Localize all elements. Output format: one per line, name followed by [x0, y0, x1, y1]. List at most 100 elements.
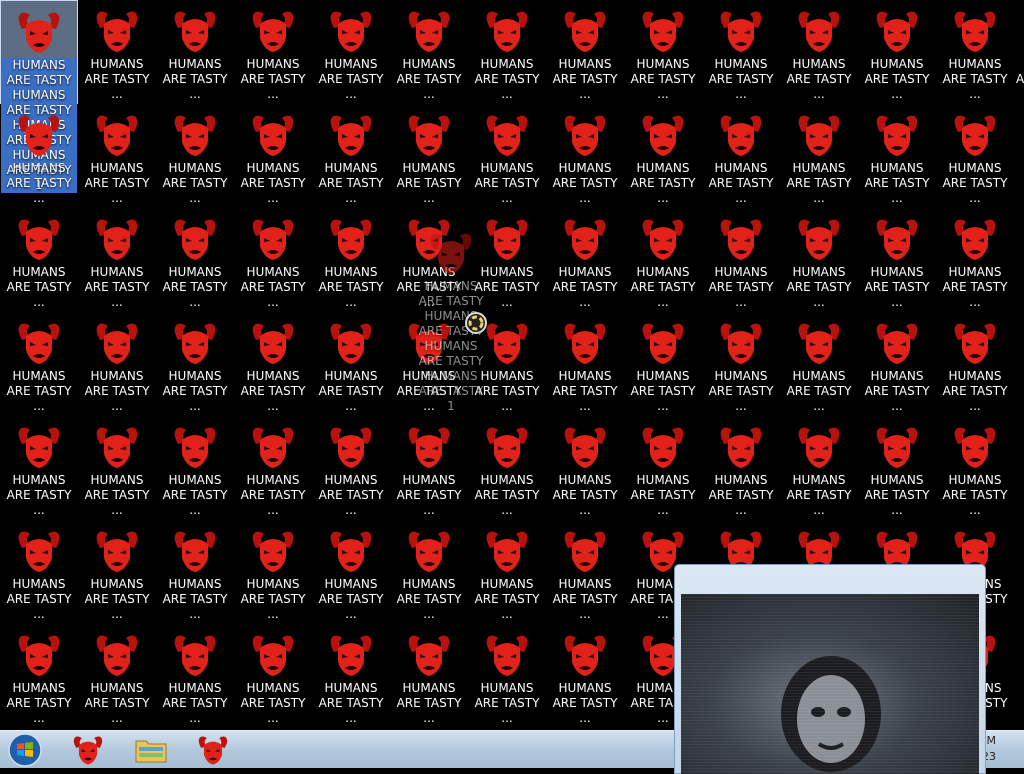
desktop-icon[interactable]: HUMANS ARE TASTY ... — [858, 312, 936, 416]
desktop-icon[interactable]: HUMANS ARE TASTY ... — [390, 624, 468, 728]
desktop-icon[interactable]: HUMANS ARE TASTY ... — [546, 520, 624, 624]
desktop-icon[interactable]: HUMANS ARE TASTY ... — [234, 624, 312, 728]
desktop-icon[interactable]: HUMANS ARE TASTY ... — [780, 416, 858, 520]
desktop-icon[interactable]: HUMANS ARE TASTY ... — [468, 104, 546, 208]
desktop-icon[interactable]: HUMANS ARE TASTY ... — [78, 416, 156, 520]
desktop-icon[interactable]: HUMANS ARE TASTY ... — [0, 312, 78, 416]
desktop-icon[interactable]: HUMANS ARE TASTY ... — [312, 416, 390, 520]
desktop-icon[interactable]: HUMANS ARE TASTY ... — [858, 208, 936, 312]
desktop-icon[interactable]: HUMANS ARE TASTY ... — [780, 0, 858, 104]
desktop-icon[interactable]: HUMANS ARE TASTY ... — [390, 104, 468, 208]
desktop-icon-label: HUMANS ARE TASTY ... — [630, 473, 696, 517]
desktop-icon[interactable]: HUMANS ARE TASTY ... — [390, 0, 468, 104]
desktop-icon[interactable]: HUMANS ARE TASTY ... — [624, 208, 702, 312]
demon-app-icon — [73, 736, 103, 765]
taskbar-item-explorer[interactable] — [126, 732, 176, 768]
desktop-icon[interactable]: HUMANS ARE TASTY ... — [936, 416, 1014, 520]
desktop-icon[interactable]: HUMANS ARE TASTY ... — [156, 520, 234, 624]
desktop-icon[interactable]: HUMANS ARE TASTY ... — [702, 0, 780, 104]
desktop-icon[interactable]: HUMANS ARE TASTY ... — [156, 0, 234, 104]
desktop-icon-label: HUMANS ARE TASTY ... — [552, 369, 618, 413]
desktop-icon[interactable]: HUMANS ARE TASTY ... — [546, 208, 624, 312]
desktop-icon[interactable]: HUMANS ARE TASTY ... — [624, 104, 702, 208]
demon-icon — [252, 531, 294, 572]
desktop-icon-label: HUMANS ARE TASTY ... — [864, 57, 930, 101]
desktop-icon[interactable]: HUMANS ARE TASTY ... — [234, 208, 312, 312]
demon-icon — [564, 219, 606, 260]
desktop-icon[interactable]: HUMANS ARE TASTY ... — [234, 104, 312, 208]
desktop-icon[interactable]: HUMANS ARE TASTY ... — [702, 104, 780, 208]
desktop-icon[interactable]: HUMANS ARE TASTY ... — [780, 208, 858, 312]
desktop-icon[interactable]: HUMANS ARE TASTY ... — [702, 416, 780, 520]
demon-icon — [18, 115, 60, 156]
desktop-icon[interactable]: HUMANS ARE TASTY ... — [0, 520, 78, 624]
desktop-icon[interactable]: HUMANS ARE TASTY ... — [234, 520, 312, 624]
desktop-icon[interactable]: HUMANS ARE TASTY ... — [390, 520, 468, 624]
desktop-icon[interactable]: HUMANS ARE TASTY ... — [468, 0, 546, 104]
desktop-icon[interactable]: HUMANS ARE TASTY ... — [312, 208, 390, 312]
desktop-icon[interactable]: HUMANS ARE TASTY ... — [78, 104, 156, 208]
desktop-icon[interactable]: HUMANS ARE TASTY ... — [234, 312, 312, 416]
desktop-icon[interactable]: HUMANS ARE TASTY ... — [936, 312, 1014, 416]
desktop-icon[interactable]: HUMANS ARE TASTY ... — [0, 416, 78, 520]
demon-icon — [798, 323, 840, 364]
desktop-icon[interactable]: HUMANS ARE TASTY ... — [156, 416, 234, 520]
desktop-icon[interactable]: HUMANS ARE TASTY ... — [312, 520, 390, 624]
desktop-icon[interactable]: HUMANS ARE TASTY ... — [312, 104, 390, 208]
desktop-icon-label: HUMANS ARE TASTY ... — [6, 681, 72, 725]
desktop-icon[interactable]: HUMANS ARE TASTY ... — [0, 624, 78, 728]
desktop-icon[interactable]: HUMANS ARE TASTY ... — [312, 312, 390, 416]
desktop-icon[interactable]: HUMANS ARE TASTY ... — [936, 0, 1014, 104]
desktop-icon[interactable]: HUMANS ARE TASTY ... — [468, 416, 546, 520]
desktop-icon[interactable]: HUMANS ARE TASTY ... — [390, 416, 468, 520]
desktop-icon[interactable]: HUMANS ARE TASTY ... — [702, 312, 780, 416]
desktop-icon-label: HUMANS ARE TASTY ... — [84, 161, 150, 205]
desktop-icon[interactable]: HUMANS ARE TASTY ... — [468, 520, 546, 624]
desktop-icon[interactable]: HUMANS ARE TASTY ... — [156, 104, 234, 208]
desktop-icon[interactable]: HUMANS ARE TASTY ... — [78, 0, 156, 104]
desktop-icon[interactable]: HUMANS ARE TASTY ... — [78, 520, 156, 624]
start-button[interactable] — [4, 732, 46, 768]
desktop-icon[interactable]: HUMANS ARE TASTY ... — [546, 104, 624, 208]
desktop-icon[interactable]: HUMANS ARE TASTY ... — [156, 624, 234, 728]
desktop-icon[interactable]: HUMANS ARE TASTY ... — [858, 416, 936, 520]
desktop-icon[interactable]: HUMANS ARE TASTY HUMANS ARE TASTY HUMANS… — [0, 0, 78, 193]
desktop-icon[interactable]: HUMANS ARE TASTY ... — [234, 416, 312, 520]
demon-icon — [486, 11, 528, 52]
desktop-icon[interactable]: HUMANS ARE TASTY ... — [546, 312, 624, 416]
desktop-icon-label: HUMANS ARE TASTY ... — [318, 577, 384, 621]
demon-icon — [642, 427, 684, 468]
desktop-icon[interactable]: HUMANS ARE TASTY ... — [780, 104, 858, 208]
desktop-icon[interactable]: HUMANS ARE TASTY ... — [624, 416, 702, 520]
desktop-icon[interactable]: HUMANS ARE TASTY ... — [234, 0, 312, 104]
desktop-icon[interactable]: HUMANS ARE TASTY ... — [780, 312, 858, 416]
desktop-icon[interactable]: HUMANS ARE TASTY ... — [624, 0, 702, 104]
desktop-icon[interactable]: HUMANS ARE TASTY ... — [78, 208, 156, 312]
desktop-icon[interactable]: HUMANS ARE TASTY ... — [78, 312, 156, 416]
desktop-icon[interactable]: HUMANS ARE TASTY ... — [0, 104, 78, 208]
desktop-icon-label: HUMANS ARE TASTY ... — [942, 57, 1008, 101]
desktop-icon-label: HUMANS ARE TASTY ... — [708, 265, 774, 309]
taskbar-item-demon-2[interactable] — [188, 732, 238, 768]
desktop-icon[interactable]: HUMANS ARE TASTY ... — [312, 624, 390, 728]
desktop-icon[interactable]: HUMANS ARE TASTY ... — [936, 208, 1014, 312]
desktop-icon[interactable]: HUMANS ARE TASTY ... — [702, 208, 780, 312]
desktop-icon[interactable]: HUMANS ARE TASTY ... — [858, 104, 936, 208]
video-popup-window[interactable] — [674, 564, 986, 774]
desktop-icon[interactable]: HUMANS ARE TASTY ... — [546, 0, 624, 104]
desktop-icon[interactable]: HUMANS ARE TASTY ... — [78, 624, 156, 728]
desktop-icon[interactable]: HUMANS ARE TASTY ... — [156, 208, 234, 312]
desktop-icon[interactable]: HUMANS ARE TASTY ... — [546, 624, 624, 728]
desktop-icon[interactable]: HUMANS ARE TASTY ... — [624, 312, 702, 416]
desktop-icon[interactable]: HUMANS ARE TASTY ... — [468, 624, 546, 728]
taskbar-item-demon-1[interactable] — [63, 732, 113, 768]
desktop-icon-label: HUMANS ARE TASTY ... — [162, 681, 228, 725]
desktop-icon[interactable]: HUMANS ARE TASTY ... — [936, 104, 1014, 208]
desktop-icon[interactable]: HUMANS ARE TASTY ... — [156, 312, 234, 416]
desktop-icon[interactable]: HUMANS ARE TASTY ... — [546, 416, 624, 520]
desktop-icon-label: HUMANS ARE TASTY ... — [708, 57, 774, 101]
demon-icon — [18, 219, 60, 260]
desktop-icon[interactable]: HUMANS ARE TASTY ... — [312, 0, 390, 104]
desktop-icon[interactable]: HUMANS ARE TASTY ... — [858, 0, 936, 104]
desktop-icon[interactable]: HUMANS ARE TASTY ... — [0, 208, 78, 312]
